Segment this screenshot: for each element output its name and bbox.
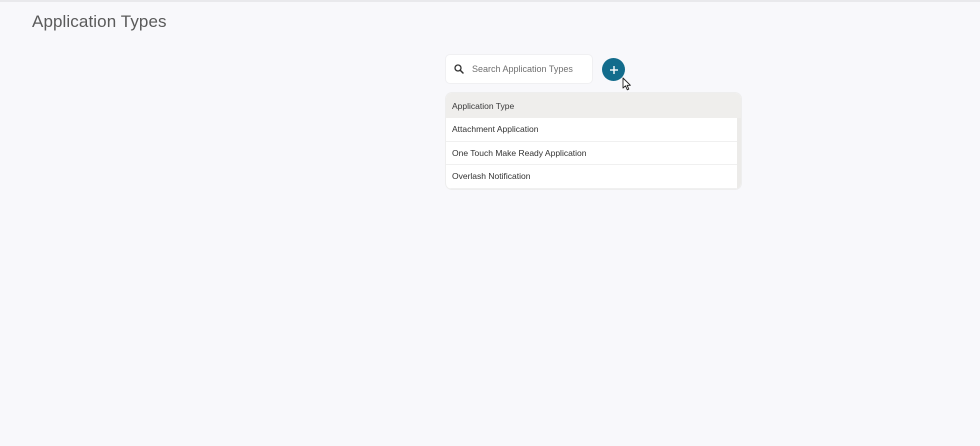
application-types-table: Application Type Attachment Application … [446, 93, 741, 189]
column-header-application-type[interactable]: Application Type [446, 93, 741, 118]
table-row[interactable]: Attachment Application [446, 118, 737, 142]
search-box[interactable] [446, 55, 592, 83]
top-divider [0, 0, 980, 2]
search-icon [452, 62, 466, 76]
search-input[interactable] [472, 64, 582, 74]
mouse-pointer-icon [622, 77, 631, 91]
table-row[interactable]: Overlash Notification [446, 165, 737, 189]
page-title: Application Types [32, 12, 167, 31]
table-scrollbar[interactable] [737, 118, 741, 189]
table-body: Attachment Application One Touch Make Re… [446, 118, 741, 189]
table-row[interactable]: One Touch Make Ready Application [446, 142, 737, 165]
plus-icon [609, 65, 618, 74]
